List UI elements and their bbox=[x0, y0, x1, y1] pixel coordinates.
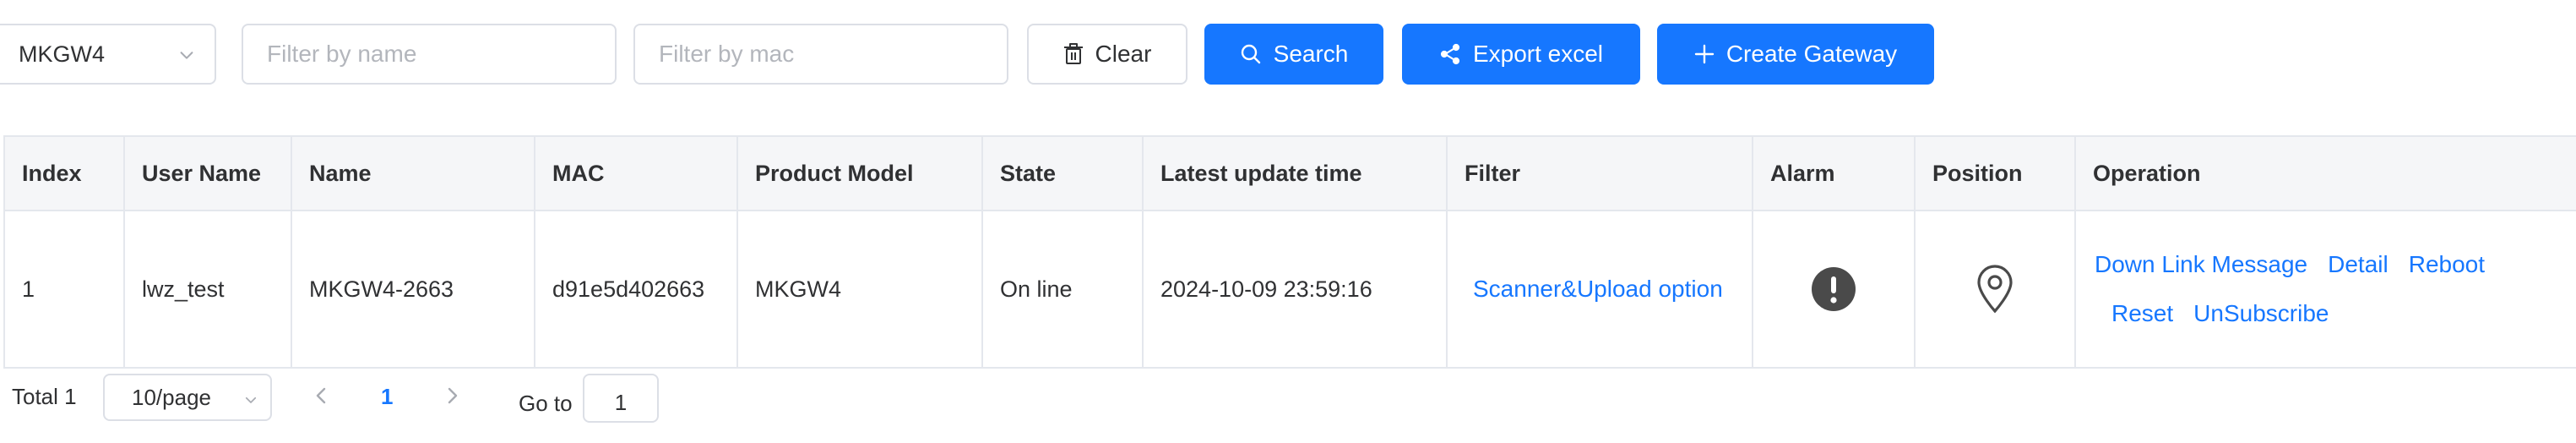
goto-page-input[interactable] bbox=[583, 374, 659, 423]
goto-label: Go to bbox=[519, 391, 573, 416]
reset-link[interactable]: Reset bbox=[2111, 300, 2173, 327]
mac-filter-input[interactable] bbox=[633, 24, 1008, 85]
create-gateway-button[interactable]: Create Gateway bbox=[1657, 24, 1934, 85]
column-header-name: Name bbox=[292, 137, 535, 210]
cell-filter: Scanner&Upload option bbox=[1448, 211, 1753, 367]
toolbar: MKGW4 Clear Search Export excel Create G… bbox=[0, 24, 1943, 85]
down-link-message-link[interactable]: Down Link Message bbox=[2095, 251, 2307, 278]
table-row: 1 lwz_test MKGW4-2663 d91e5d402663 MKGW4… bbox=[5, 211, 2576, 367]
alert-circle-icon[interactable] bbox=[1811, 266, 1856, 312]
create-gateway-button-label: Create Gateway bbox=[1725, 41, 1898, 67]
clear-button-label: Clear bbox=[1095, 41, 1152, 67]
reboot-link[interactable]: Reboot bbox=[2409, 251, 2485, 278]
table-header: Index User Name Name MAC Product Model S… bbox=[5, 137, 2576, 211]
trash-icon bbox=[1063, 43, 1083, 64]
column-header-state: State bbox=[983, 137, 1144, 210]
export-excel-button[interactable]: Export excel bbox=[1402, 24, 1640, 85]
page-size-select[interactable]: 10/page bbox=[103, 374, 272, 421]
chevron-down-icon bbox=[245, 397, 257, 403]
cell-state: On line bbox=[983, 211, 1144, 367]
share-icon bbox=[1440, 43, 1460, 65]
search-icon bbox=[1241, 44, 1260, 64]
chevron-right-icon[interactable] bbox=[444, 386, 461, 406]
name-filter-input[interactable] bbox=[242, 24, 617, 85]
column-header-alarm: Alarm bbox=[1753, 137, 1916, 210]
column-header-user-name: User Name bbox=[125, 137, 292, 210]
product-model-select[interactable]: MKGW4 bbox=[0, 24, 216, 85]
cell-product-model: MKGW4 bbox=[738, 211, 983, 367]
clear-button[interactable]: Clear bbox=[1027, 24, 1187, 85]
pagination: Total 1 10/page 1 Go to bbox=[0, 372, 760, 423]
search-button-label: Search bbox=[1273, 41, 1349, 67]
column-header-product-model: Product Model bbox=[738, 137, 983, 210]
page-number-current[interactable]: 1 bbox=[381, 384, 393, 410]
scanner-upload-option-link[interactable]: Scanner&Upload option bbox=[1473, 276, 1723, 303]
cell-position bbox=[1916, 211, 2076, 367]
cell-user-name: lwz_test bbox=[125, 211, 292, 367]
column-header-latest-update-time: Latest update time bbox=[1144, 137, 1448, 210]
gateway-table: Index User Name Name MAC Product Model S… bbox=[3, 135, 2576, 369]
unsubscribe-link[interactable]: UnSubscribe bbox=[2193, 300, 2329, 327]
column-header-filter: Filter bbox=[1448, 137, 1753, 210]
column-header-operation: Operation bbox=[2093, 160, 2201, 186]
page-size-value: 10/page bbox=[132, 384, 211, 410]
cell-index: 1 bbox=[5, 211, 125, 367]
search-button[interactable]: Search bbox=[1204, 24, 1383, 85]
map-pin-icon[interactable] bbox=[1975, 265, 2014, 314]
column-header-index: Index bbox=[5, 137, 125, 210]
export-excel-button-label: Export excel bbox=[1472, 41, 1604, 67]
column-header-mac: MAC bbox=[535, 137, 738, 210]
product-model-select-value: MKGW4 bbox=[19, 41, 106, 67]
cell-latest-update-time: 2024-10-09 23:59:16 bbox=[1144, 211, 1448, 367]
column-header-position: Position bbox=[1916, 137, 2076, 210]
pagination-total: Total 1 bbox=[12, 384, 77, 409]
cell-mac: d91e5d402663 bbox=[535, 211, 738, 367]
detail-link[interactable]: Detail bbox=[2328, 251, 2389, 278]
cell-operation: Down Link Message Detail Reboot Reset Un… bbox=[2076, 211, 2576, 367]
chevron-left-icon[interactable] bbox=[312, 386, 329, 406]
cell-name: MKGW4-2663 bbox=[292, 211, 535, 367]
chevron-down-icon bbox=[180, 52, 193, 59]
plus-icon bbox=[1694, 44, 1715, 64]
cell-alarm bbox=[1753, 211, 1916, 367]
